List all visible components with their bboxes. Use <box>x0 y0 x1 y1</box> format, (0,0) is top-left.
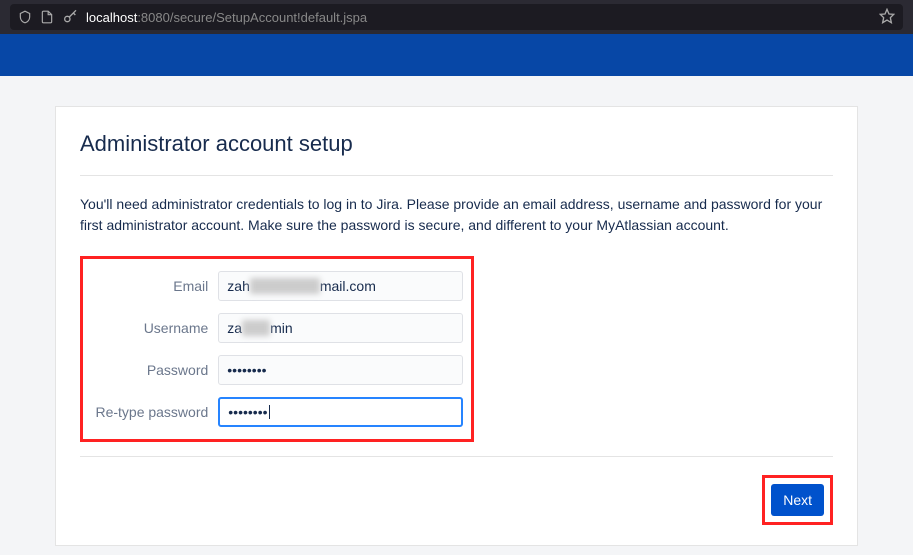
next-highlight-box: Next <box>762 475 833 525</box>
username-label: Username <box>83 320 218 336</box>
page-title: Administrator account setup <box>80 131 833 157</box>
url-host: localhost <box>86 10 137 25</box>
browser-chrome: localhost:8080/secure/SetupAccount!defau… <box>0 0 913 34</box>
username-field[interactable]: zaxxxxmin <box>218 313 463 343</box>
setup-card: Administrator account setup You'll need … <box>55 106 858 546</box>
url-path: :8080/secure/SetupAccount!default.jspa <box>137 10 367 25</box>
retype-password-field[interactable]: •••••••• <box>218 397 463 427</box>
form-highlight-box: Email zahxxxxxxxxxxmail.com Username zax… <box>80 256 474 442</box>
bookmark-star-icon[interactable] <box>879 8 895 27</box>
next-button[interactable]: Next <box>771 484 824 516</box>
divider <box>80 175 833 176</box>
url-text: localhost:8080/secure/SetupAccount!defau… <box>86 10 871 25</box>
intro-text: You'll need administrator credentials to… <box>80 194 833 236</box>
url-bar[interactable]: localhost:8080/secure/SetupAccount!defau… <box>10 4 903 30</box>
shield-icon <box>18 10 32 24</box>
password-field[interactable]: •••••••• <box>218 355 463 385</box>
page-icon <box>40 10 54 24</box>
app-header <box>0 34 913 76</box>
divider <box>80 456 833 457</box>
retype-password-label: Re-type password <box>83 404 218 420</box>
password-label: Password <box>83 362 218 378</box>
key-icon <box>62 9 78 25</box>
text-caret <box>269 405 270 419</box>
email-label: Email <box>83 278 218 294</box>
email-field[interactable]: zahxxxxxxxxxxmail.com <box>218 271 463 301</box>
